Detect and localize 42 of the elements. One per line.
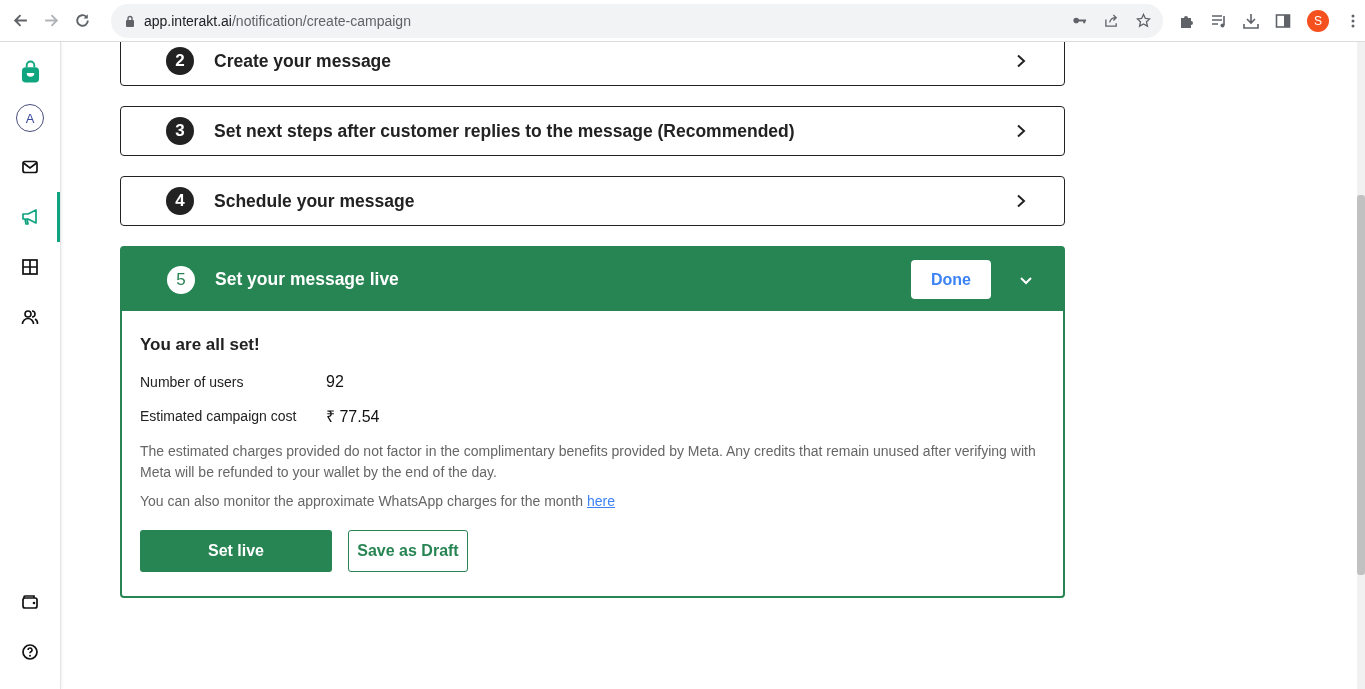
step-header[interactable]: 4 Schedule your message (121, 177, 1064, 225)
step-number: 2 (166, 47, 194, 75)
summary-label: Number of users (140, 374, 245, 390)
summary-value: ₹ 77.54 (326, 407, 380, 427)
scrollbar-thumb[interactable] (1357, 195, 1365, 575)
envelope-icon (21, 158, 39, 176)
address-bar[interactable]: app.interakt.ai/notification/create-campaign (111, 3, 1163, 38)
step-header[interactable]: 2 Create your message (121, 42, 1064, 85)
step-title: Create your message (214, 50, 393, 72)
monitor-text: You can also monitor the approximate WhatsApp charges for the month here (140, 492, 616, 511)
save-draft-button[interactable]: Save as Draft (348, 530, 468, 572)
side-panel-icon[interactable] (1275, 12, 1291, 29)
summary-label: Estimated campaign cost (140, 408, 298, 424)
charges-note: The estimated charges provided do not factor in the complimentary benefits provided by Meta. Any credits that remain unused after verifying with Meta will be refunded to your wallet by the end of the day. (140, 442, 1037, 482)
step-number: 4 (166, 187, 194, 215)
lock-icon (125, 14, 135, 27)
bag-logo-icon[interactable] (20, 60, 40, 84)
star-icon[interactable] (1136, 13, 1151, 28)
profile-avatar[interactable]: S (1307, 9, 1329, 32)
set-live-button[interactable]: Set live (140, 530, 332, 572)
step-header[interactable]: 3 Set next steps after customer replies to the message (Recommended) (121, 107, 1064, 155)
step-header[interactable]: 5 Set your message live Done (122, 248, 1063, 311)
step-title: Set next steps after customer replies to the message (Recommended) (214, 120, 796, 142)
help-icon (21, 643, 39, 661)
reload-icon[interactable] (74, 12, 91, 29)
step-number: 3 (166, 117, 194, 145)
step-title: Schedule your message (214, 190, 416, 212)
step-number: 5 (167, 265, 195, 294)
url-text: app.interakt.ai/notification/create-campaign (144, 12, 411, 29)
share-icon[interactable] (1104, 13, 1119, 28)
playlist-icon[interactable] (1211, 12, 1227, 29)
summary-heading: You are all set! (140, 335, 261, 355)
step-title: Set your message live (215, 269, 400, 290)
back-icon[interactable] (12, 12, 29, 29)
summary-value: 92 (326, 373, 344, 391)
users-icon (21, 308, 39, 326)
grid-icon (21, 258, 39, 276)
wallet-icon (21, 593, 39, 611)
done-button[interactable]: Done (911, 260, 991, 299)
megaphone-icon (21, 208, 39, 226)
here-link[interactable]: here (586, 493, 615, 509)
download-icon[interactable] (1243, 12, 1259, 29)
